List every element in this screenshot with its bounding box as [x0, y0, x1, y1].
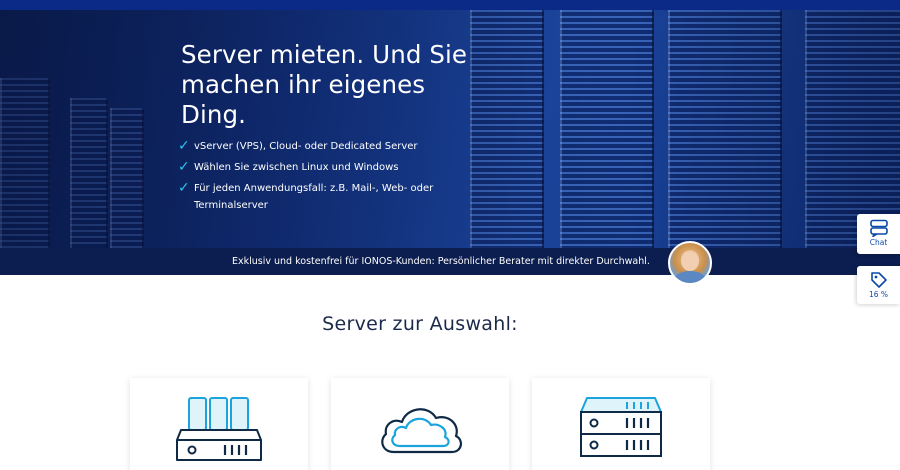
- chat-icon: [869, 219, 888, 237]
- cloud-icon: [381, 408, 462, 454]
- hero-banner: Server mieten. Und Sie machen ihr eigene…: [0, 10, 900, 248]
- advisor-banner-text[interactable]: Exklusiv und kostenfrei für IONOS-Kunden…: [232, 248, 652, 275]
- section-title: Server zur Auswahl:: [322, 313, 518, 335]
- dedicated-server-card[interactable]: [532, 378, 710, 470]
- cloud-server-card[interactable]: [331, 378, 509, 470]
- avatar-face: [681, 251, 699, 271]
- hero-title-line: machen ihr eigenes: [181, 70, 426, 99]
- checkmark-icon: ✓: [178, 180, 190, 196]
- chat-label: Chat: [869, 238, 888, 247]
- hero-feature-text: vServer (VPS), Cloud- oder Dedicated Ser…: [194, 141, 418, 152]
- hero-feature-list: ✓ vServer (VPS), Cloud- oder Dedicated S…: [178, 138, 458, 218]
- hero-feature-item: ✓ Wählen Sie zwischen Linux und Windows: [178, 159, 458, 176]
- hero-title-line: Ding.: [181, 100, 247, 129]
- hero-feature-item: ✓ vServer (VPS), Cloud- oder Dedicated S…: [178, 138, 458, 155]
- checkmark-icon: ✓: [178, 159, 190, 175]
- checkmark-icon: ✓: [178, 138, 190, 154]
- hero-title: Server mieten. Und Sie machen ihr eigene…: [181, 40, 481, 130]
- hero-title-line: Server mieten. Und Sie: [181, 40, 468, 69]
- page: Server mieten. Und Sie machen ihr eigene…: [0, 0, 900, 470]
- discount-label: 16 %: [868, 290, 889, 299]
- hero-feature-text: Für jeden Anwendungsfall: z.B. Mail-, We…: [194, 183, 434, 211]
- dedicated-server-icon: [580, 397, 662, 457]
- vps-server-card[interactable]: [130, 378, 308, 470]
- discount-button[interactable]: 16 %: [857, 266, 900, 304]
- price-tag-icon: [870, 272, 887, 288]
- hero-feature-text: Wählen Sie zwischen Linux und Windows: [194, 162, 399, 173]
- avatar-body: [674, 271, 706, 283]
- advisor-avatar[interactable]: [668, 241, 712, 285]
- vps-server-icon: [176, 397, 262, 461]
- chat-button[interactable]: Chat: [857, 214, 900, 254]
- advisor-banner[interactable]: Exklusiv und kostenfrei für IONOS-Kunden…: [0, 248, 900, 275]
- hero-feature-item: ✓ Für jeden Anwendungsfall: z.B. Mail-, …: [178, 180, 458, 214]
- top-navigation-bar: [0, 0, 900, 10]
